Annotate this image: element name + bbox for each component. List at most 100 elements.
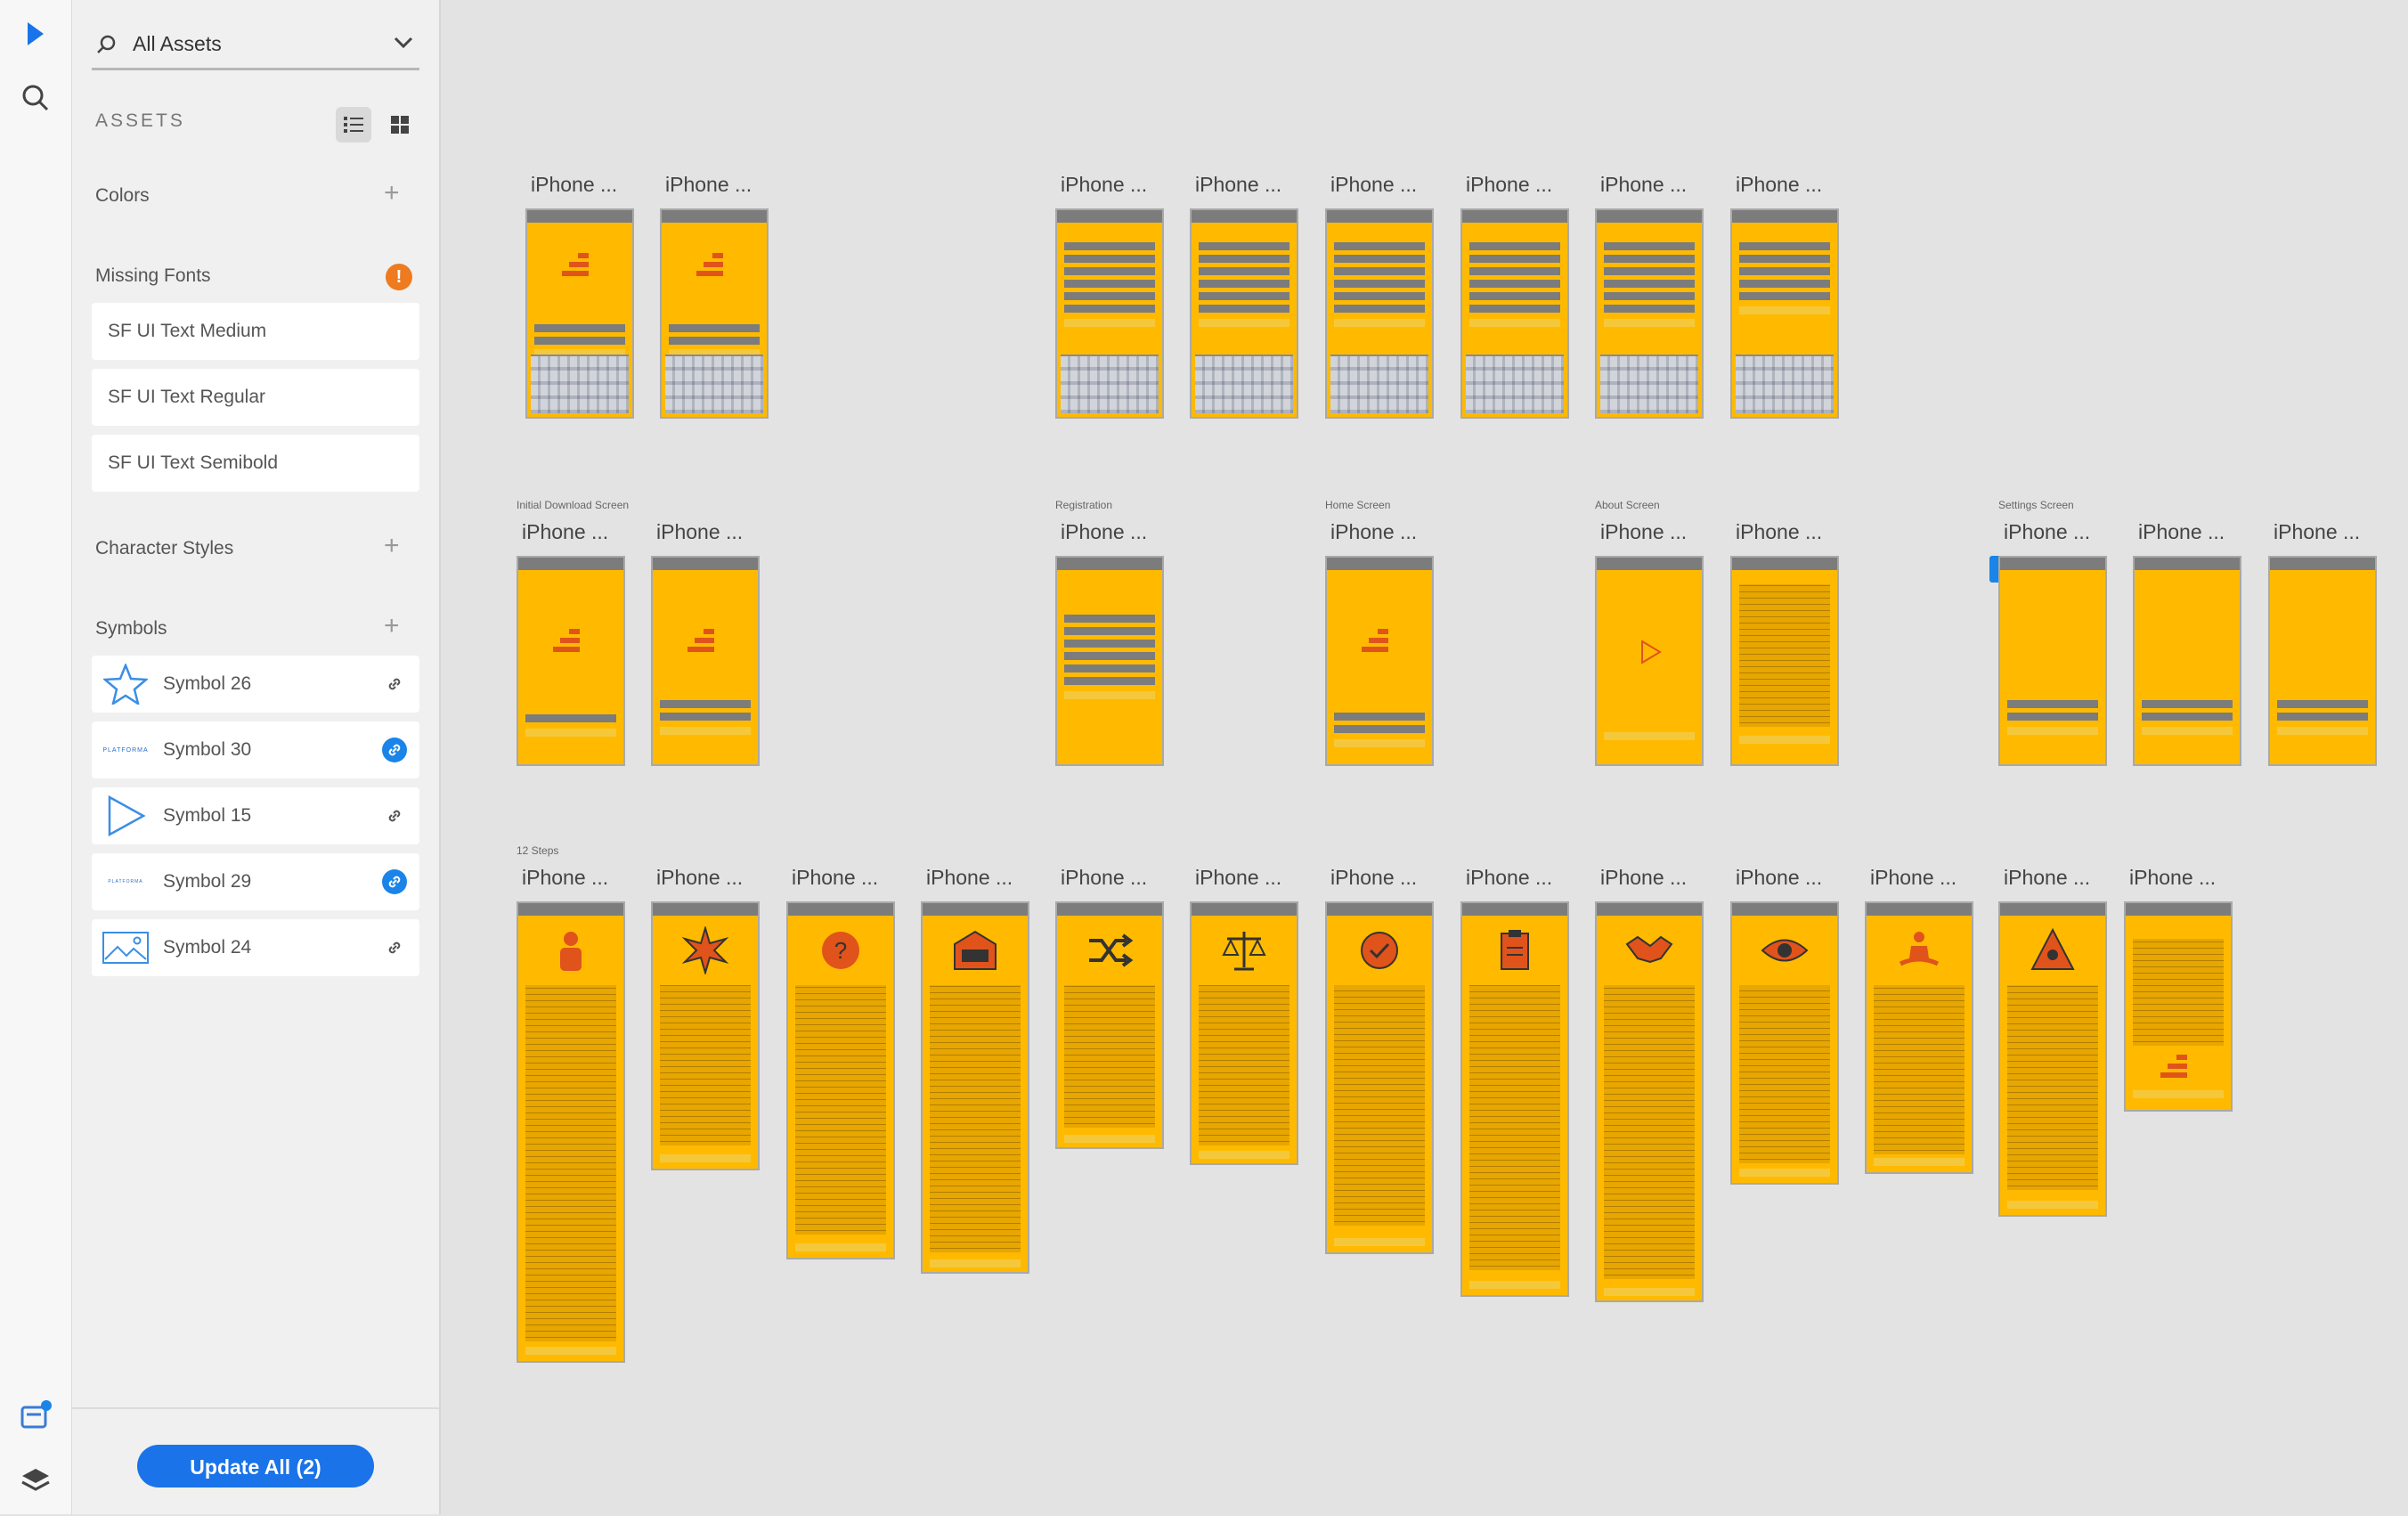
symbol-item[interactable]: Symbol 15 <box>92 787 419 844</box>
artboard[interactable]: About Screen iPhone ... <box>1595 499 1704 766</box>
artboard-name: iPhone ... <box>522 520 609 543</box>
symbol-label: Symbol 24 <box>163 937 252 958</box>
platforma-logo-text: PLATFORMA <box>102 746 149 754</box>
artboard[interactable]: iPhone ... <box>1055 173 1164 419</box>
add-color-icon[interactable]: + <box>384 180 400 207</box>
artboard-frame <box>1865 901 1973 1174</box>
artboard[interactable]: iPhone ... <box>1460 173 1569 419</box>
artboard[interactable]: Home Screen iPhone ... <box>1325 499 1434 766</box>
clipboard-icon <box>1501 930 1529 970</box>
artboard[interactable]: iPhone ... <box>1730 173 1839 419</box>
artboard-frame <box>1460 901 1569 1297</box>
artboard-frame <box>1325 208 1434 419</box>
artboard[interactable]: Settings Screen iPhone ... <box>1989 499 2107 766</box>
artboard[interactable]: iPhone ... <box>1460 866 1569 1297</box>
artboard[interactable]: iPhone ... <box>2133 520 2241 766</box>
artboard[interactable]: iPhone ... ? <box>786 866 895 1259</box>
eye-icon <box>1761 939 1809 962</box>
artboard-name: iPhone ... <box>1736 173 1823 196</box>
artboard[interactable]: iPhone ... <box>1730 866 1839 1185</box>
select-arrow-icon[interactable] <box>18 16 53 52</box>
artboard[interactable]: iPhone ... <box>1595 866 1704 1302</box>
artboard-name: iPhone ... <box>1600 173 1688 196</box>
design-canvas[interactable]: iPhone ... iPhone ... iPhone ... iPhone … <box>441 0 2408 1514</box>
artboard[interactable]: iPhone ... <box>660 173 769 419</box>
symbol-item[interactable]: Symbol 26 <box>92 656 419 713</box>
artboard-name: iPhone ... <box>1195 173 1282 196</box>
shuffle-icon <box>1089 933 1134 967</box>
link-icon[interactable] <box>382 869 407 894</box>
artboard[interactable]: iPhone ... <box>525 173 634 419</box>
link-icon[interactable] <box>382 672 407 697</box>
keyboard <box>1330 355 1428 413</box>
search-icon <box>95 34 117 60</box>
artboard[interactable]: iPhone ... <box>1325 173 1434 419</box>
artboard-name: iPhone ... <box>2004 520 2091 543</box>
link-icon[interactable] <box>382 738 407 762</box>
symbol-item[interactable]: Symbol 24 <box>92 919 419 976</box>
star-burst-icon <box>681 926 729 974</box>
missing-font-item[interactable]: SF UI Text Regular <box>92 369 419 426</box>
check-circle-icon <box>1361 932 1398 969</box>
artboard-frame <box>1460 208 1569 419</box>
assets-filter-dropdown[interactable]: All Assets <box>92 21 419 70</box>
artboard[interactable]: iPhone ... <box>1998 866 2107 1217</box>
artboard[interactable]: iPhone ... <box>1190 173 1298 419</box>
warning-icon[interactable]: ! <box>386 264 412 290</box>
symbol-item[interactable]: PLATFORMA Symbol 30 <box>92 721 419 778</box>
keyboard <box>1600 355 1698 413</box>
artboard-group-label: 12 Steps <box>517 844 559 857</box>
update-all-button[interactable]: Update All (2) <box>137 1445 374 1487</box>
assets-title: ASSETS <box>95 110 185 131</box>
artboard-name: iPhone ... <box>1061 173 1148 196</box>
artboard[interactable]: iPhone ... <box>651 520 760 766</box>
artboard-frame <box>651 556 760 766</box>
artboard-frame <box>651 901 760 1170</box>
keyboard <box>1466 355 1564 413</box>
artboard-group-label: About Screen <box>1595 499 1660 511</box>
artboard[interactable]: 12 Steps iPhone ... <box>517 844 625 1363</box>
layers-icon[interactable] <box>18 1463 53 1498</box>
missing-fonts-section-title: Missing Fonts <box>95 265 211 286</box>
artboard-name: iPhone ... <box>1870 866 1957 889</box>
link-icon[interactable] <box>382 803 407 828</box>
artboard[interactable]: iPhone ... <box>2268 520 2377 766</box>
artboard[interactable]: iPhone ... <box>921 866 1029 1274</box>
artboard-group-label: Initial Download Screen <box>517 499 630 511</box>
triangle-eye-icon <box>2030 927 2075 970</box>
tool-rail <box>0 0 72 1514</box>
search-icon[interactable] <box>18 80 53 116</box>
artboard[interactable]: Initial Download Screen iPhone ... <box>517 499 629 766</box>
artboard[interactable]: iPhone ... <box>1730 520 1839 766</box>
artboard[interactable]: iPhone ... <box>1055 866 1164 1149</box>
artboard-frame <box>1595 208 1704 419</box>
artboard[interactable]: iPhone ... <box>1595 173 1704 419</box>
grid-view-icon <box>391 116 409 134</box>
artboard-frame <box>660 208 769 419</box>
artboard[interactable]: iPhone ... <box>2124 866 2233 1112</box>
artboard-frame <box>2268 556 2377 766</box>
person-icon <box>560 932 582 971</box>
scale-icon <box>1222 932 1266 971</box>
artboard[interactable]: iPhone ... <box>1325 866 1434 1254</box>
artboard[interactable]: iPhone ... <box>1190 866 1298 1165</box>
artboard[interactable]: iPhone ... <box>651 866 760 1170</box>
logo-icon <box>562 253 598 280</box>
symbol-item[interactable]: PLATFORMA Symbol 29 <box>92 853 419 910</box>
list-view-button[interactable] <box>336 107 371 143</box>
chevron-down-icon[interactable] <box>393 36 414 54</box>
missing-font-item[interactable]: SF UI Text Medium <box>92 303 419 360</box>
artboard-frame <box>517 901 625 1363</box>
grid-view-button[interactable] <box>382 107 418 143</box>
add-character-style-icon[interactable]: + <box>384 533 400 559</box>
add-symbol-icon[interactable]: + <box>384 613 400 640</box>
artboard-name: iPhone ... <box>2129 866 2217 889</box>
artboard[interactable]: iPhone ... <box>1865 866 1973 1174</box>
link-icon[interactable] <box>382 935 407 960</box>
artboard[interactable]: Registration iPhone ... <box>1055 499 1164 766</box>
symbols-section-title: Symbols <box>95 618 167 639</box>
artboard-name: iPhone ... <box>926 866 1013 889</box>
artboard-group-label: Home Screen <box>1325 499 1391 511</box>
assets-panel-icon[interactable] <box>18 1398 53 1434</box>
missing-font-item[interactable]: SF UI Text Semibold <box>92 435 419 492</box>
